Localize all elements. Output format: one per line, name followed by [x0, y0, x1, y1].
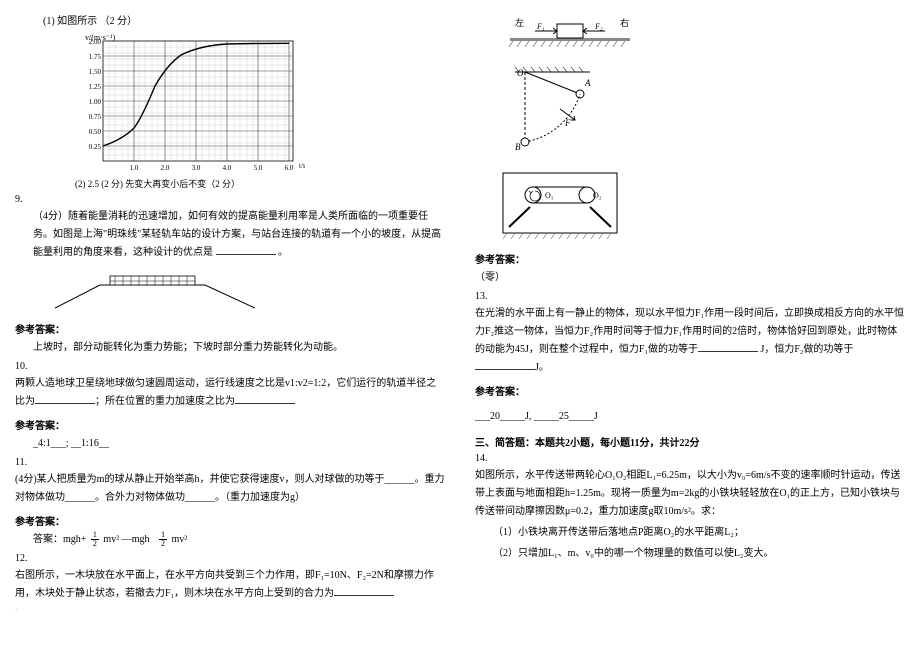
- q10-text: 两颗人造地球卫星绕地球做匀速圆周运动，运行线速度之比是v1:v2=1:2，它们运…: [15, 375, 445, 411]
- velocity-time-chart: v/(m·s⁻¹): [75, 35, 305, 190]
- svg-text:O₂: O₂: [593, 191, 602, 200]
- q13-blank1: [698, 342, 758, 352]
- q12-text: 右图所示，一木块放在水平面上，在水平方向共受到三个力作用，即F₁=10N、F₂=…: [15, 567, 445, 603]
- svg-text:1.75: 1.75: [89, 53, 102, 61]
- q11-text: (4分)某人把质量为m的球从静止开始举高h，并使它获得速度v，则人对球做的功等于…: [15, 471, 445, 507]
- q11-answer-label: 参考答案：: [15, 513, 445, 528]
- svg-text:t/s: t/s: [299, 162, 305, 170]
- right-column: 左 右 F₁ F₂ O A B F O₁: [460, 0, 920, 651]
- q9-answer-label: 参考答案：: [15, 321, 445, 336]
- q9-blank: [216, 245, 276, 255]
- chart-svg: 2.00 1.75 1.50 1.25 1.00 0.75 0.50 0.25 …: [75, 35, 305, 175]
- q9-answer: 上坡时，部分动能转化为重力势能；下坡时部分重力势能转化为动能。: [33, 339, 445, 357]
- svg-text:4.0: 4.0: [223, 164, 232, 172]
- station-diagram: [55, 270, 255, 315]
- q8-subline-1: (1) 如图所示 （2 分）: [43, 13, 445, 31]
- svg-text:1.50: 1.50: [89, 68, 102, 76]
- q11-number: 11.: [15, 457, 445, 468]
- svg-text:1.0: 1.0: [130, 164, 139, 172]
- svg-text:A: A: [584, 78, 591, 88]
- svg-text:1.25: 1.25: [89, 83, 102, 91]
- q12-number: 12.: [15, 553, 445, 564]
- svg-text:0.50: 0.50: [89, 128, 102, 136]
- svg-text:O: O: [517, 68, 524, 78]
- svg-text:F: F: [564, 118, 571, 128]
- svg-text:2.0: 2.0: [161, 164, 170, 172]
- q10-number: 10.: [15, 361, 445, 372]
- q9-number: 9.: [15, 194, 445, 205]
- svg-text:左: 左: [515, 17, 524, 28]
- svg-text:F₂: F₂: [594, 22, 603, 31]
- q13-text: 在光滑的水平面上有一静止的物体，现以水平恒力F₁作用一段时间后，立即换成相反方向…: [475, 305, 905, 377]
- q13-answer-label: 参考答案：: [475, 383, 905, 398]
- q12-answer: （零）: [475, 269, 905, 287]
- q9-text: （4分）随着能量消耗的迅速增加，如何有效的提高能量利用率是人类所面临的一项重要任…: [33, 208, 445, 262]
- q10-blank2: [235, 394, 295, 404]
- q10-answer-label: 参考答案：: [15, 417, 445, 432]
- q13-blank2: [475, 360, 535, 370]
- svg-text:O₁: O₁: [545, 191, 554, 200]
- fraction-half-2: 12: [159, 531, 167, 548]
- q14-number: 14.: [475, 453, 905, 464]
- svg-text:5.0: 5.0: [254, 164, 263, 172]
- q8-caption: (2) 2.5 (2 分) 先变大再变小后不变（2 分）: [75, 177, 305, 190]
- svg-text:右: 右: [620, 17, 629, 28]
- svg-text:B: B: [515, 142, 521, 152]
- section-3-title: 三、简答题：本题共2小题，每小题11分，共计22分: [475, 434, 905, 449]
- q12-answer-label: 参考答案：: [475, 251, 905, 266]
- q14-sub1: （1）小铁块离开传送带后落地点P距离O₂的水平距离L₂；: [493, 524, 905, 542]
- svg-text:1.00: 1.00: [89, 98, 102, 106]
- figure-block-on-table: 左 右 F₁ F₂: [495, 16, 905, 58]
- svg-text:0.75: 0.75: [89, 113, 102, 121]
- svg-text:F₁: F₁: [536, 22, 545, 31]
- figure-pendulum: O A B F: [495, 64, 905, 159]
- svg-text:3.0: 3.0: [192, 164, 201, 172]
- fraction-half-1: 12: [91, 531, 99, 548]
- svg-text:0.25: 0.25: [89, 143, 102, 151]
- q10-answer: _4:1___; __1:16__: [33, 435, 445, 453]
- q12-blank: [334, 586, 394, 596]
- q13-number: 13.: [475, 291, 905, 302]
- q11-answer: 答案：mgh+ 12 mv² —mgh 12 mv²: [33, 531, 445, 549]
- q10-blank1: [35, 394, 95, 404]
- left-column: (1) 如图所示 （2 分） v/(m·s⁻¹): [0, 0, 460, 651]
- chart-ylabel: v/(m·s⁻¹): [85, 33, 115, 42]
- q14-sub2: （2）只增加L₁、m、v₀中的哪一个物理量的数值可以使L₂变大。: [493, 545, 905, 563]
- q14-text: 如图所示，水平传送带两轮心O₁O₂相距L₁=6.25m，以大小为v₀=6m/s不…: [475, 467, 905, 521]
- figure-conveyor: O₁ O₂: [495, 165, 905, 245]
- q13-answer: ___20_____J, _____25_____J: [475, 408, 905, 426]
- svg-text:6.0: 6.0: [285, 164, 294, 172]
